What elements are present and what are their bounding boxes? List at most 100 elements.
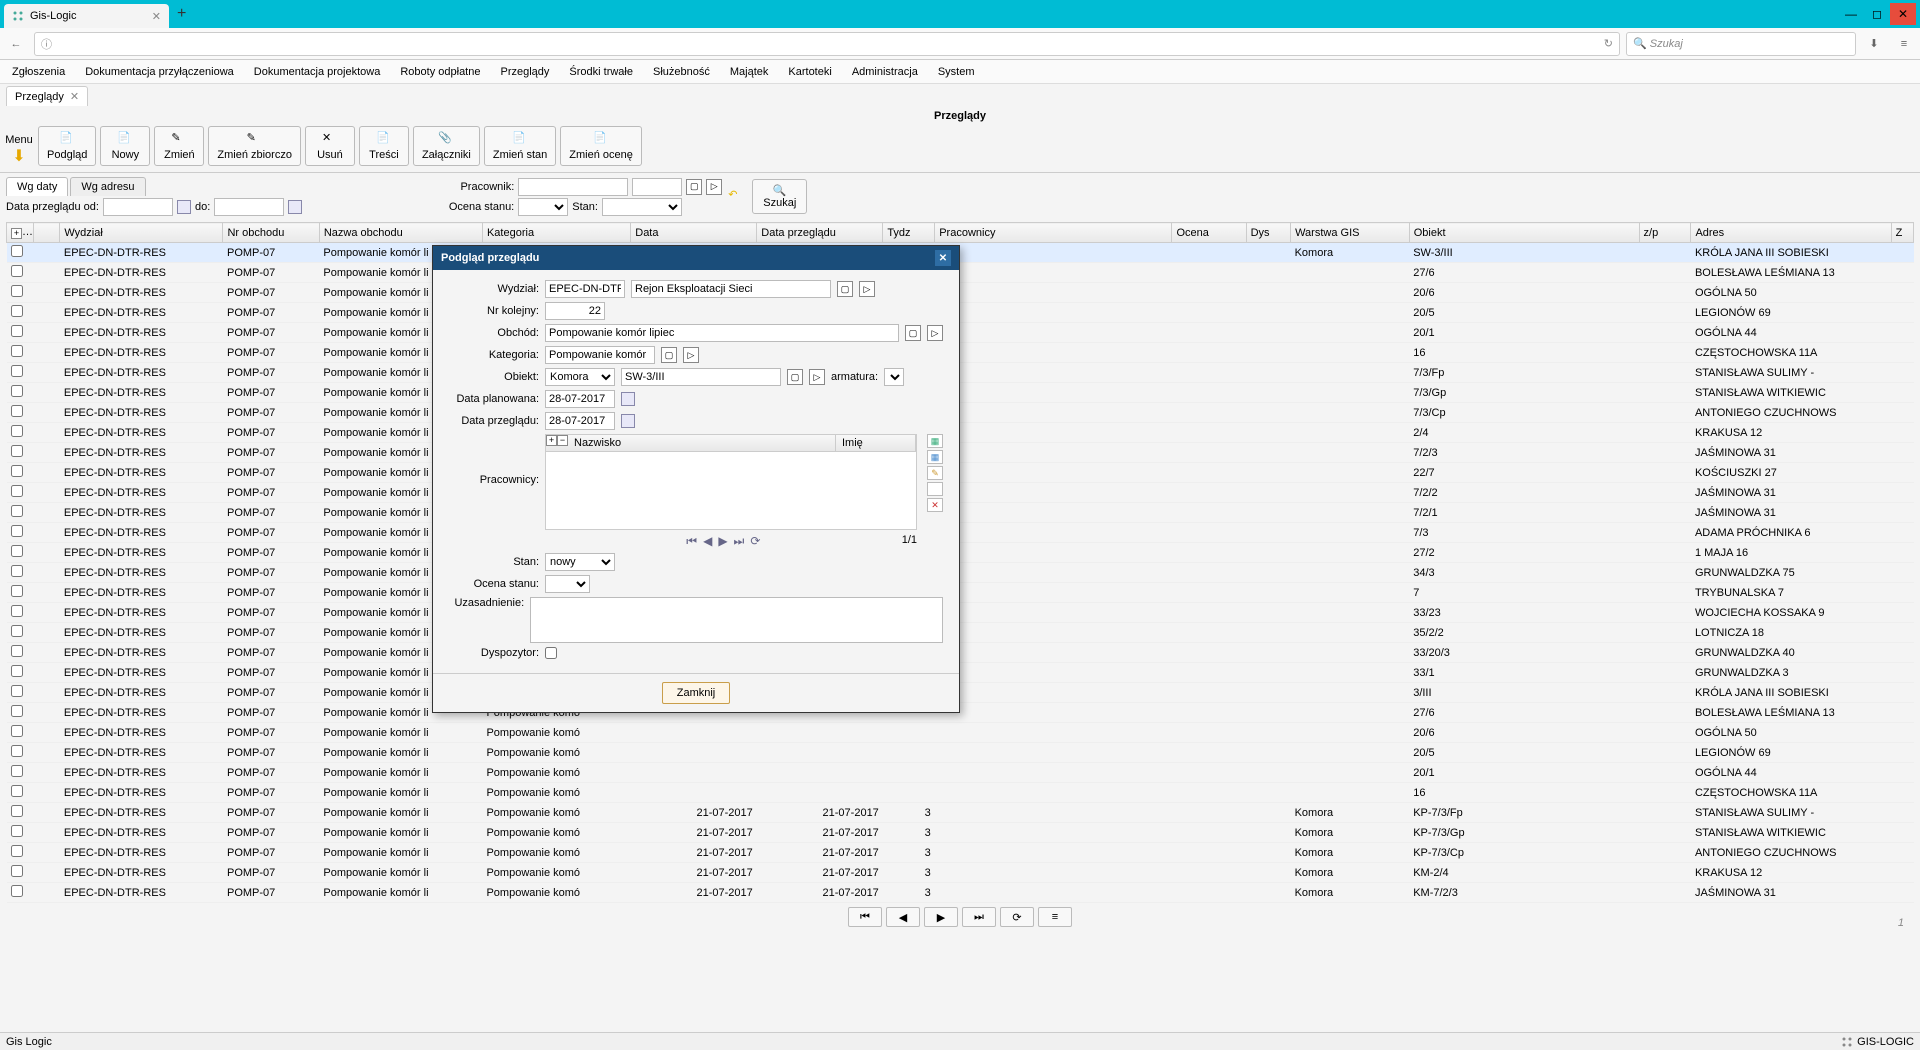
pracownik-code-input[interactable] (632, 178, 682, 196)
column-header[interactable]: Wydział (60, 223, 223, 243)
col-imie[interactable]: Imię (836, 435, 916, 451)
sel-armatura[interactable] (884, 368, 904, 386)
sel-ocena[interactable] (545, 575, 590, 593)
add-row-icon[interactable]: ▦ (927, 434, 943, 448)
sel-stan[interactable]: nowy (545, 553, 615, 571)
table-row[interactable]: EPEC-DN-DTR-RESPOMP-07Pompowanie komór l… (7, 603, 1914, 623)
column-header[interactable]: Data (631, 223, 757, 243)
table-row[interactable]: EPEC-DN-DTR-RESPOMP-07Pompowanie komór l… (7, 763, 1914, 783)
menu-item[interactable]: Dokumentacja projektowa (246, 63, 389, 81)
row-checkbox[interactable] (11, 665, 23, 677)
row-checkbox[interactable] (11, 825, 23, 837)
table-row[interactable]: EPEC-DN-DTR-RESPOMP-07Pompowanie komór l… (7, 403, 1914, 423)
menu-item[interactable]: Kartoteki (780, 63, 839, 81)
column-header[interactable]: Kategoria (482, 223, 630, 243)
ta-uzasad[interactable] (530, 597, 943, 643)
play-button[interactable]: ▷ (859, 281, 875, 297)
column-header[interactable]: Adres (1691, 223, 1891, 243)
pager-first[interactable]: ⏮ (848, 907, 882, 927)
collapse-all[interactable]: − (557, 435, 568, 446)
url-bar[interactable]: ⓘ ↻ (34, 32, 1620, 56)
table-row[interactable]: EPEC-DN-DTR-RESPOMP-07Pompowanie komór l… (7, 643, 1914, 663)
table-row[interactable]: EPEC-DN-DTR-RESPOMP-07Pompowanie komór l… (7, 723, 1914, 743)
filter-tab-wg-daty[interactable]: Wg daty (6, 177, 68, 196)
menu-item[interactable]: Środki trwałe (561, 63, 641, 81)
tab-przeglady[interactable]: Przeglądy ✕ (6, 86, 88, 106)
row-checkbox[interactable] (11, 565, 23, 577)
play-button[interactable]: ▷ (706, 179, 722, 195)
toolbar-button[interactable]: 📄Nowy (100, 126, 150, 166)
column-header[interactable]: Tydz (883, 223, 935, 243)
table-row[interactable]: EPEC-DN-DTR-RESPOMP-07Pompowanie komór l… (7, 583, 1914, 603)
play-button[interactable]: ▷ (809, 369, 825, 385)
inp-wydzial-name[interactable] (631, 280, 831, 298)
pager-last[interactable]: ⏭ (962, 907, 996, 927)
expand-all[interactable]: + (11, 228, 22, 239)
date-to-input[interactable] (214, 198, 284, 216)
row-checkbox[interactable] (11, 645, 23, 657)
clear-button[interactable]: ▢ (837, 281, 853, 297)
table-row[interactable]: EPEC-DN-DTR-RESPOMP-07Pompowanie komór l… (7, 323, 1914, 343)
row-checkbox[interactable] (11, 465, 23, 477)
column-header[interactable]: Nr obchodu (223, 223, 319, 243)
minimize-button[interactable]: — (1838, 3, 1864, 25)
column-header[interactable]: Pracownicy (935, 223, 1172, 243)
calendar-icon[interactable] (621, 414, 635, 428)
nav-next-icon[interactable]: ▶ (718, 534, 727, 549)
table-row[interactable]: EPEC-DN-DTR-RESPOMP-07Pompowanie komór l… (7, 743, 1914, 763)
column-header[interactable]: Z (1891, 223, 1913, 243)
toolbar-button[interactable]: 📎Załączniki (413, 126, 480, 166)
menu-item[interactable]: Przeglądy (492, 63, 557, 81)
back-button[interactable]: ← (4, 32, 28, 56)
expand-all[interactable]: + (546, 435, 557, 446)
table-row[interactable]: EPEC-DN-DTR-RESPOMP-07Pompowanie komór l… (7, 523, 1914, 543)
menu-item[interactable]: Służebność (645, 63, 718, 81)
close-doc-tab-icon[interactable]: ✕ (70, 90, 79, 103)
table-row[interactable]: EPEC-DN-DTR-RESPOMP-07Pompowanie komór l… (7, 783, 1914, 803)
inp-wydzial-code[interactable] (545, 280, 625, 298)
new-tab-button[interactable]: + (177, 5, 186, 23)
toolbar-button[interactable]: 📄Zmień stan (484, 126, 556, 166)
row-checkbox[interactable] (11, 865, 23, 877)
table-row[interactable]: EPEC-DN-DTR-RESPOMP-07Pompowanie komór l… (7, 343, 1914, 363)
table-row[interactable]: EPEC-DN-DTR-RESPOMP-07Pompowanie komór l… (7, 823, 1914, 843)
edit-row-icon[interactable]: ✎ (927, 466, 943, 480)
table-row[interactable]: EPEC-DN-DTR-RESPOMP-07Pompowanie komór l… (7, 803, 1914, 823)
clear-button[interactable]: ▢ (686, 179, 702, 195)
inp-dataplan[interactable] (545, 390, 615, 408)
table-row[interactable]: EPEC-DN-DTR-RESPOMP-07Pompowanie komór l… (7, 883, 1914, 903)
row-checkbox[interactable] (11, 625, 23, 637)
row-checkbox[interactable] (11, 425, 23, 437)
row-checkbox[interactable] (11, 685, 23, 697)
row-checkbox[interactable] (11, 245, 23, 257)
row-checkbox[interactable] (11, 765, 23, 777)
toolbar-menu[interactable]: Menu ⬇ (4, 134, 34, 166)
search-button[interactable]: 🔍 Szukaj (752, 179, 807, 214)
undo-icon[interactable]: ↶ (728, 188, 746, 206)
table-row[interactable]: EPEC-DN-DTR-RESPOMP-07Pompowanie komór l… (7, 243, 1914, 263)
table-row[interactable]: EPEC-DN-DTR-RESPOMP-07Pompowanie komór l… (7, 663, 1914, 683)
inp-obiekt-code[interactable] (621, 368, 781, 386)
copy-row-icon[interactable]: ▦ (927, 450, 943, 464)
mini-grid[interactable] (545, 452, 917, 530)
row-checkbox[interactable] (11, 605, 23, 617)
row-checkbox[interactable] (11, 505, 23, 517)
close-window-button[interactable]: ✕ (1890, 3, 1916, 25)
toolbar-button[interactable]: 📄Zmień ocenę (560, 126, 642, 166)
row-checkbox[interactable] (11, 325, 23, 337)
row-checkbox[interactable] (11, 485, 23, 497)
toolbar-button[interactable]: ✎Zmień zbiorczo (208, 126, 301, 166)
inp-nrkolejny[interactable] (545, 302, 605, 320)
table-row[interactable]: EPEC-DN-DTR-RESPOMP-07Pompowanie komór l… (7, 383, 1914, 403)
table-row[interactable]: EPEC-DN-DTR-RESPOMP-07Pompowanie komór l… (7, 463, 1914, 483)
menu-item[interactable]: Majątek (722, 63, 777, 81)
inp-kategoria[interactable] (545, 346, 655, 364)
stan-select[interactable] (602, 198, 682, 216)
table-row[interactable]: EPEC-DN-DTR-RESPOMP-07Pompowanie komór l… (7, 363, 1914, 383)
row-checkbox[interactable] (11, 525, 23, 537)
row-checkbox[interactable] (11, 385, 23, 397)
modal-titlebar[interactable]: Podgląd przeglądu ✕ (433, 246, 959, 270)
row-checkbox[interactable] (11, 745, 23, 757)
calendar-icon[interactable] (621, 392, 635, 406)
clear-button[interactable]: ▢ (787, 369, 803, 385)
